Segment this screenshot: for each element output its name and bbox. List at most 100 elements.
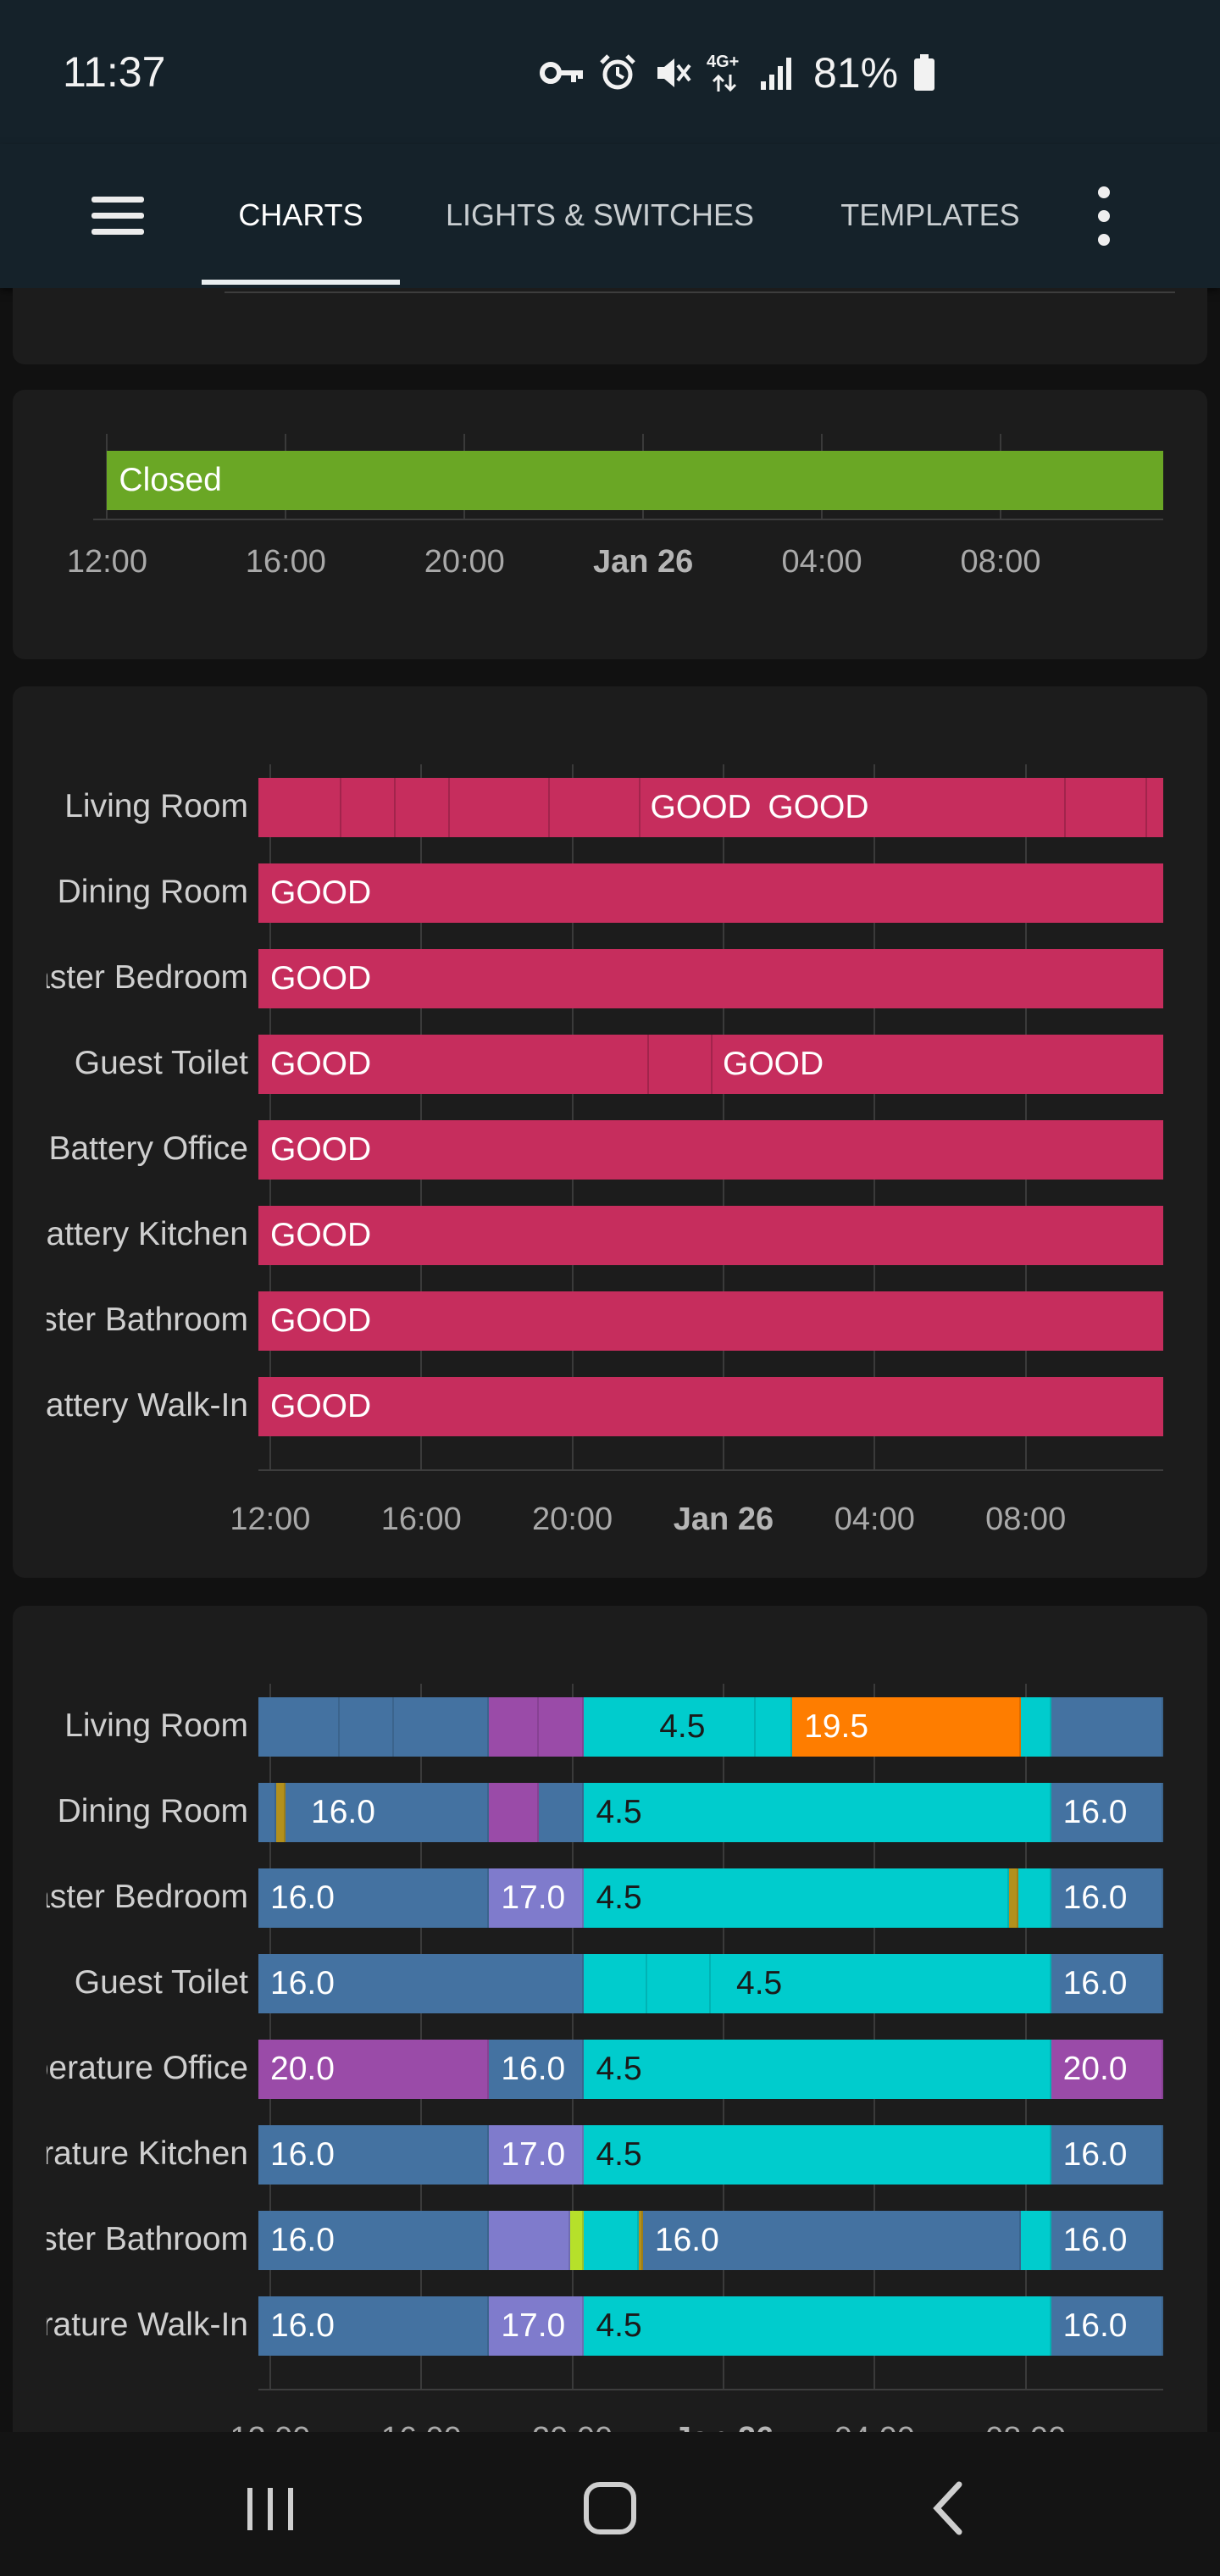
timeline-bar[interactable]: 20.0 16.0 4.5 20.0 (258, 2040, 1163, 2099)
row-label-text: Guest Toilet (74, 1964, 248, 2001)
x-tick-label: 04:00 (834, 1502, 915, 1537)
timeline-bar[interactable]: GOOD (258, 1206, 1163, 1265)
state-label: 17.0 (501, 2136, 566, 2173)
state-label: 4.5 (736, 1965, 783, 2001)
menu-icon (92, 197, 144, 203)
state-label: GOOD (270, 874, 372, 911)
state-label: 16.0 (270, 2136, 335, 2173)
timeline-bar[interactable]: 16.0 4.5 16.0 (258, 1954, 1163, 2013)
timeline-bar[interactable]: 16.0 17.0 4.5 16.0 (258, 1868, 1163, 1928)
state-segment (539, 1783, 585, 1842)
state-segment (584, 2040, 1051, 2099)
timeline-bar[interactable]: GOOD (258, 1291, 1163, 1351)
timeline-bar[interactable]: GOOD (258, 1120, 1163, 1180)
tab-templates[interactable]: TEMPLATES (812, 168, 1049, 263)
battery-icon (914, 54, 935, 91)
timeline-bar[interactable]: 16.0 16.0 16.0 (258, 2211, 1163, 2270)
state-label: GOOD (270, 1046, 372, 1082)
timeline-bar[interactable]: 16.0 17.0 4.5 16.0 (258, 2125, 1163, 2185)
tab-lights-switches[interactable]: LIGHTS & SWITCHES (430, 168, 769, 263)
temperature-chart-plot: 12:00 16:00 20:00 Jan 26 04:00 08:00 Living Ro… (13, 1606, 1207, 2432)
state-label: GOOD (768, 789, 869, 825)
door-state-label: Closed (119, 462, 222, 498)
state-segment (258, 1697, 341, 1757)
state-label: 4.5 (596, 1794, 642, 1830)
timeline-bar[interactable]: GOOD (258, 949, 1163, 1008)
timeline-bar[interactable]: 16.0 17.0 4.5 16.0 (258, 2296, 1163, 2356)
state-label: 16.0 (270, 1879, 335, 1916)
state-label: GOOD (723, 1046, 824, 1082)
x-tick-label: 16:00 (380, 1502, 462, 1537)
timeline-bar[interactable]: GOOD GOOD (258, 1035, 1163, 1094)
row-label-text: Master Bathroom (47, 1302, 248, 1338)
state-label: 16.0 (1062, 1879, 1128, 1916)
state-segment (1051, 1697, 1163, 1757)
state-change-marker (1145, 778, 1147, 837)
state-label: 16.0 (270, 1965, 335, 2001)
state-segment (489, 2211, 571, 2270)
row-label: Master Bedroom (47, 959, 248, 1002)
state-segment (489, 1697, 540, 1757)
state-segment (258, 1783, 277, 1842)
row-label-text: Dining Room (57, 874, 248, 910)
state-segment (1009, 1868, 1019, 1928)
state-label: 19.5 (804, 1708, 869, 1745)
x-tick-label: 16:00 (381, 2421, 462, 2432)
recent-apps-button[interactable] (220, 2466, 322, 2551)
x-tick-label: Jan 26 (673, 1502, 774, 1537)
network-type: 4G+ (707, 53, 740, 71)
status-bar: 11:37 4G+ 81% (0, 0, 1220, 144)
row-label: Dining Room (47, 1793, 248, 1835)
overflow-menu-button[interactable] (1081, 178, 1127, 254)
state-segment (584, 2125, 1051, 2185)
state-segment (1018, 1868, 1051, 1928)
door-state-bar[interactable]: Closed (107, 451, 1163, 510)
chart-card-partial (13, 288, 1207, 364)
x-tick-label: 20:00 (532, 2421, 613, 2432)
row-label-text: Master Bathroom (47, 2221, 248, 2257)
timeline-bar[interactable]: GOOD GOOD (258, 778, 1163, 837)
state-segment (570, 2211, 585, 2270)
tab-label: CHARTS (238, 197, 363, 232)
row-label: Dining Room (47, 874, 248, 916)
state-label: 16.0 (270, 2307, 335, 2344)
row-label: Living Room (47, 1707, 248, 1750)
x-axis-line (93, 519, 1163, 520)
state-label: 4.5 (596, 2051, 642, 2087)
x-axis-line (258, 1469, 1163, 1471)
row-label: Temperature Walk-In (47, 2307, 248, 2349)
more-vert-icon (1098, 186, 1110, 198)
row-label: Living Room (47, 788, 248, 830)
state-change-marker (340, 778, 342, 837)
charts-content[interactable]: 12:00 16:00 20:00 Jan 26 04:00 08:00 Closed 12… (0, 288, 1220, 2432)
timeline-bar[interactable]: 16.0 4.5 16.0 (258, 1783, 1163, 1842)
network-4g-icon: 4G+ (707, 51, 744, 95)
state-change-marker (394, 778, 396, 837)
timeline-bar[interactable]: GOOD (258, 1377, 1163, 1436)
state-change-marker (1063, 778, 1066, 837)
status-icons: 4G+ 81% (539, 47, 935, 98)
state-segment (394, 1697, 490, 1757)
x-tick-label: 04:00 (835, 2421, 915, 2432)
state-segment (756, 1697, 793, 1757)
state-label: 16.0 (1062, 2222, 1128, 2258)
state-label: 20.0 (1062, 2051, 1128, 2087)
row-label-text: Master Bedroom (47, 1879, 248, 1915)
navigation-bar (0, 2432, 1220, 2576)
state-label: 4.5 (596, 2307, 642, 2344)
axis-line (225, 291, 1175, 293)
row-label: Guest Toilet (47, 1964, 248, 2007)
row-label-text: Living Room (64, 788, 248, 824)
x-tick-label: 12:00 (230, 1502, 311, 1537)
menu-button[interactable] (85, 181, 152, 249)
timeline-bar[interactable]: GOOD (258, 863, 1163, 923)
state-label: 16.0 (1062, 2307, 1128, 2344)
state-segment (340, 1697, 395, 1757)
timeline-bar[interactable]: 4.5 19.5 (258, 1697, 1163, 1757)
row-label: Guest Toilet (47, 1045, 248, 1087)
status-time: 11:37 (63, 48, 166, 96)
back-button[interactable] (898, 2466, 1000, 2551)
state-label: 16.0 (311, 1794, 375, 1830)
home-button[interactable] (559, 2466, 661, 2551)
tab-charts[interactable]: CHARTS (202, 168, 400, 263)
